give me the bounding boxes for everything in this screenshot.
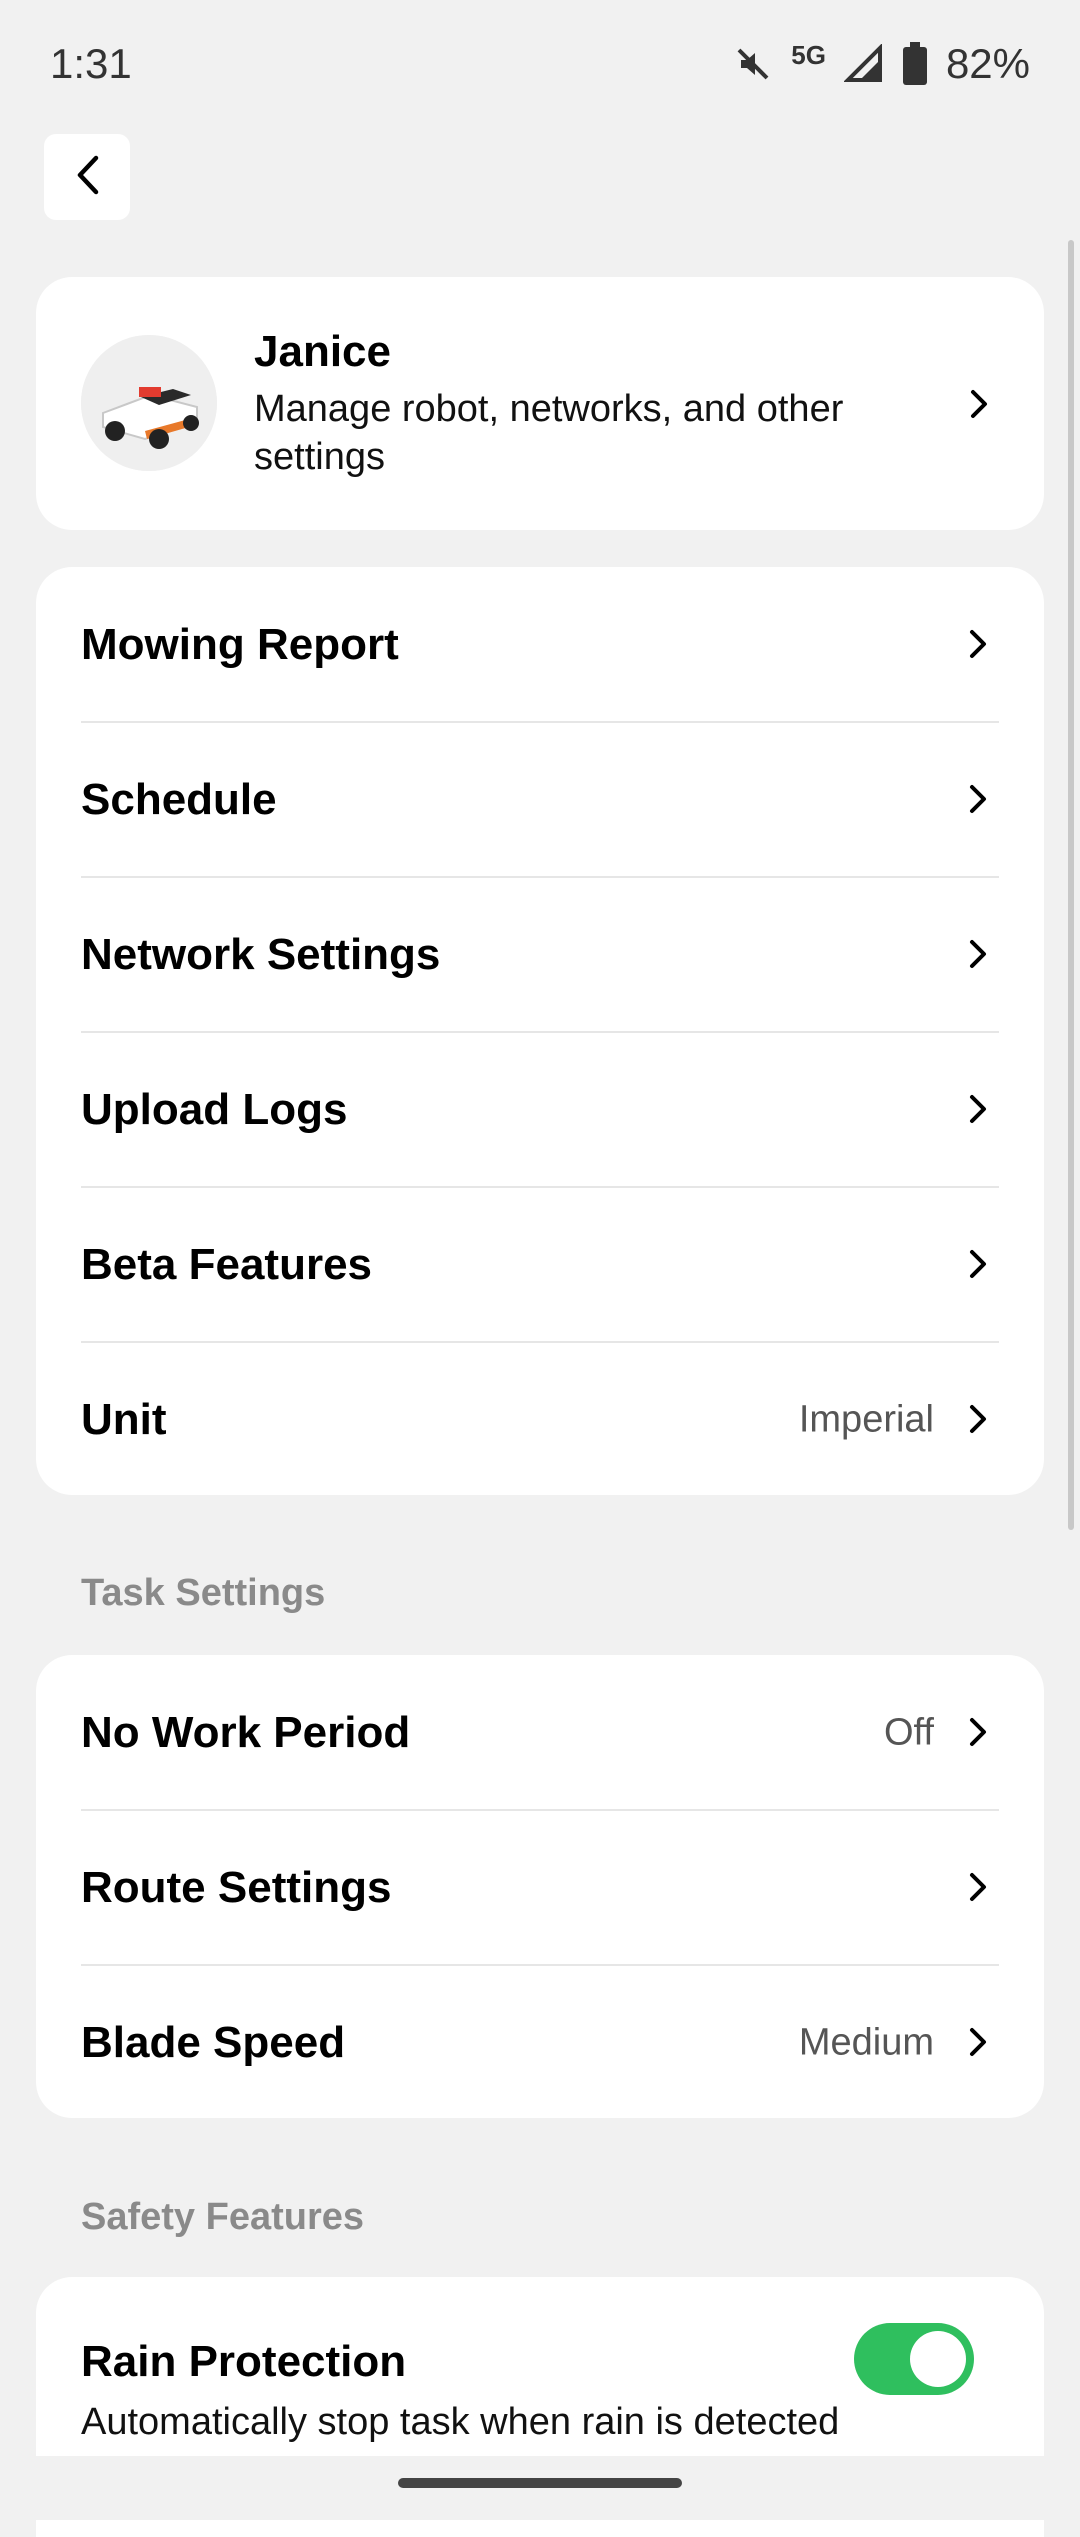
- chevron-right-icon: [967, 1247, 989, 1281]
- menu-item-label: Network Settings: [81, 929, 441, 979]
- robot-description: Manage robot, networks, and other settin…: [254, 388, 844, 478]
- menu-item-upload-logs[interactable]: Upload Logs: [81, 1032, 999, 1187]
- menu-item-unit[interactable]: Unit Imperial: [81, 1342, 999, 1497]
- chevron-right-icon: [967, 1402, 989, 1436]
- mute-icon: [733, 44, 773, 84]
- scrollbar[interactable]: [1068, 240, 1074, 1530]
- menu-item-label: Mowing Report: [81, 619, 399, 669]
- battery-percent: 82%: [945, 40, 1030, 87]
- home-indicator[interactable]: [398, 2478, 682, 2488]
- no-work-period-value: Off: [884, 1711, 934, 1753]
- chevron-left-icon: [74, 154, 100, 201]
- menu-item-route-settings[interactable]: Route Settings: [81, 1810, 999, 1965]
- menu-item-no-work-period[interactable]: No Work Period Off: [81, 1655, 999, 1810]
- blade-speed-value: Medium: [798, 2021, 934, 2063]
- menu-item-label: Beta Features: [81, 1239, 373, 1289]
- rain-protection-toggle[interactable]: [854, 2323, 974, 2395]
- toggle-knob: [910, 2331, 966, 2387]
- robot-avatar: [81, 335, 217, 471]
- status-icons: 5G 82%: [733, 40, 1030, 88]
- menu-item-schedule[interactable]: Schedule: [81, 722, 999, 877]
- status-bar: 1:31 5G 82%: [0, 0, 1080, 130]
- chevron-right-icon: [967, 1092, 989, 1126]
- unit-value: Imperial: [798, 1398, 934, 1440]
- robot-menu-card: Mowing Report Schedule Network Settings …: [36, 567, 1044, 1495]
- chevron-right-icon: [967, 937, 989, 971]
- menu-item-beta-features[interactable]: Beta Features: [81, 1187, 999, 1342]
- chevron-right-icon: [967, 2025, 989, 2059]
- rain-protection-label: Rain Protection: [81, 2337, 407, 2386]
- section-title-task-settings: Task Settings: [81, 1572, 326, 1614]
- menu-item-label: Blade Speed: [81, 2017, 346, 2067]
- menu-item-label: Schedule: [81, 774, 277, 824]
- menu-item-label: No Work Period: [81, 1707, 411, 1757]
- chevron-right-icon: [968, 387, 990, 421]
- rain-protection-description: Automatically stop task when rain is det…: [81, 2401, 840, 2443]
- network-label: 5G: [791, 39, 826, 70]
- menu-item-mowing-report[interactable]: Mowing Report: [81, 567, 999, 722]
- menu-item-label: Upload Logs: [81, 1084, 348, 1134]
- back-button[interactable]: [44, 134, 130, 220]
- task-settings-card: No Work Period Off Route Settings Blade …: [36, 1655, 1044, 2118]
- menu-item-network-settings[interactable]: Network Settings: [81, 877, 999, 1032]
- battery-icon: [902, 42, 928, 86]
- chevron-right-icon: [967, 1715, 989, 1749]
- signal-icon: [843, 44, 884, 84]
- robot-profile-card[interactable]: Janice Manage robot, networks, and other…: [36, 277, 1044, 530]
- status-time: 1:31: [50, 40, 132, 87]
- chevron-right-icon: [967, 1870, 989, 1904]
- system-nav-bar: [0, 2456, 1080, 2520]
- robot-name: Janice: [254, 327, 391, 376]
- menu-item-blade-speed[interactable]: Blade Speed Medium: [81, 1965, 999, 2120]
- chevron-right-icon: [967, 627, 989, 661]
- chevron-right-icon: [967, 782, 989, 816]
- section-title-safety-features: Safety Features: [81, 2196, 365, 2238]
- menu-item-label: Route Settings: [81, 1862, 392, 1912]
- menu-item-label: Unit: [81, 1394, 167, 1444]
